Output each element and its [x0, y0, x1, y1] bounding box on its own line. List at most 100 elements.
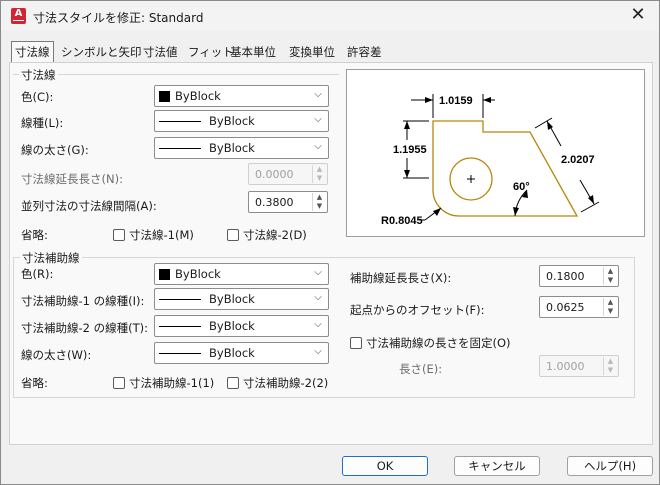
color-swatch — [159, 91, 170, 102]
preview-dim-top: 1.0159 — [439, 95, 473, 107]
autocad-app-icon: A — [11, 8, 26, 24]
ext-extend-label: 補助線延長長さ(X): — [350, 271, 452, 285]
color-swatch — [159, 269, 170, 280]
dim-color-value: ByBlock — [175, 89, 221, 103]
preview-dim-left: 1.1955 — [393, 144, 427, 156]
fixed-length-checkbox[interactable]: 寸法補助線の長さを固定(O) — [350, 335, 511, 351]
spin-up-icon[interactable]: ▲ — [604, 298, 617, 307]
spin-down-icon: ▼ — [607, 366, 614, 374]
ext-lineweight-value: ByBlock — [209, 346, 255, 360]
tab-dim-line[interactable]: 寸法線 — [11, 41, 54, 63]
linetype-sample — [159, 121, 201, 122]
spin-up-icon: ▲ — [316, 165, 323, 173]
tab-symbols-arrows[interactable]: シンボルと矢印 — [59, 42, 144, 62]
chevron-down-icon: ⌵ — [314, 114, 322, 125]
suppress-ext-line-1-checkbox[interactable]: 寸法補助線-1(1) — [113, 375, 214, 391]
dim-lineweight-label: 線の太さ(G): — [21, 143, 89, 157]
spin-up-icon[interactable]: ▲ — [313, 193, 326, 202]
ext-lineweight-label: 線の太さ(W): — [21, 348, 92, 362]
dim-color-select[interactable]: ByBlock ⌵ — [154, 85, 329, 107]
preview-drawing: 1.0159 1.1955 2.0207 60° R0.8045 — [381, 94, 600, 227]
ext-color-select[interactable]: ByBlock ⌵ — [154, 263, 329, 285]
ext-offset-spinner[interactable]: 0.0625 ▲ ▼ — [539, 296, 619, 318]
ext-extend-value: 0.1800 — [546, 270, 585, 283]
ext-length-label: 長さ(E): — [399, 362, 443, 376]
suppress-dim-line-1-label: 寸法線-1(M) — [129, 228, 194, 242]
fixed-length-label: 寸法補助線の長さを固定(O) — [366, 336, 511, 350]
ext2-linetype-select[interactable]: ByBlock ⌵ — [154, 315, 329, 337]
dim-linetype-label: 線種(L): — [21, 116, 64, 130]
ext-color-value: ByBlock — [175, 267, 221, 281]
help-button[interactable]: ヘルプ(H) — [567, 456, 653, 476]
spin-up-icon[interactable]: ▲ — [604, 267, 617, 276]
checkbox-box[interactable] — [227, 229, 239, 241]
suppress-dim-line-2-label: 寸法線-2(D) — [243, 228, 307, 242]
dim-lineweight-select[interactable]: ByBlock ⌵ — [154, 137, 329, 159]
ext-lineweight-select[interactable]: ByBlock ⌵ — [154, 342, 329, 364]
tab-text[interactable]: 寸法値 — [141, 42, 180, 62]
ext-suppress-label: 省略: — [21, 376, 48, 390]
ext-length-spinner: 1.0000 ▲ ▼ — [539, 355, 619, 377]
suppress-ext-line-2-checkbox[interactable]: 寸法補助線-2(2) — [227, 375, 328, 391]
dim-extension-value: 0.0000 — [255, 168, 294, 181]
tab-alternate-units[interactable]: 変換単位 — [287, 42, 337, 62]
baseline-spacing-label: 並列寸法の寸法線間隔(A): — [21, 199, 157, 213]
checkbox-box[interactable] — [113, 229, 125, 241]
ext-offset-value: 0.0625 — [546, 301, 585, 314]
chevron-down-icon: ⌵ — [314, 292, 322, 303]
dim-suppress-label: 省略: — [21, 228, 48, 242]
title-bar: A 寸法スタイルを修正: Standard ✕ — [1, 1, 659, 31]
suppress-ext-line-1-label: 寸法補助線-1(1) — [129, 376, 215, 390]
preview-angle: 60° — [513, 181, 530, 193]
ext1-linetype-select[interactable]: ByBlock ⌵ — [154, 288, 329, 310]
ext-line-group-label: 寸法補助線 — [20, 250, 82, 266]
checkbox-box[interactable] — [227, 377, 239, 389]
checkbox-box[interactable] — [113, 377, 125, 389]
ok-button[interactable]: OK — [342, 456, 428, 476]
close-icon[interactable]: ✕ — [625, 4, 651, 28]
spin-down-icon[interactable]: ▼ — [313, 202, 326, 211]
checkbox-box[interactable] — [350, 337, 362, 349]
suppress-dim-line-2-checkbox[interactable]: 寸法線-2(D) — [227, 227, 307, 243]
cancel-button[interactable]: キャンセル — [454, 456, 540, 476]
dim-extension-label: 寸法線延長長さ(N): — [21, 172, 123, 186]
dimension-style-dialog: A 寸法スタイルを修正: Standard ✕ 寸法線 シンボルと矢印 寸法値 … — [0, 0, 660, 485]
dim-color-label: 色(C): — [21, 90, 54, 104]
suppress-ext-line-2-label: 寸法補助線-2(2) — [243, 376, 329, 390]
window-title: 寸法スタイルを修正: Standard — [33, 11, 204, 25]
dim-extension-spinner: 0.0000 ▲ ▼ — [248, 163, 328, 185]
ext1-linetype-label: 寸法補助線-1 の線種(I): — [21, 294, 145, 308]
linetype-sample — [159, 326, 201, 327]
ext2-linetype-label: 寸法補助線-2 の線種(T): — [21, 321, 148, 335]
suppress-dim-line-1-checkbox[interactable]: 寸法線-1(M) — [113, 227, 194, 243]
ext-extend-spinner[interactable]: 0.1800 ▲ ▼ — [539, 265, 619, 287]
ext-color-label: 色(R): — [21, 267, 54, 281]
tab-primary-units[interactable]: 基本単位 — [228, 42, 278, 62]
dim-line-group-label: 寸法線 — [19, 67, 58, 83]
preview-radius: R0.8045 — [381, 215, 423, 227]
baseline-spacing-value: 0.3800 — [255, 196, 294, 209]
ext-length-value: 1.0000 — [546, 360, 585, 373]
lineweight-sample — [159, 353, 201, 354]
preview-pane: 1.0159 1.1955 2.0207 60° R0.8045 — [346, 69, 645, 237]
ext1-linetype-value: ByBlock — [209, 292, 255, 306]
spin-down-icon[interactable]: ▼ — [604, 307, 617, 316]
dim-linetype-value: ByBlock — [209, 114, 255, 128]
chevron-down-icon: ⌵ — [314, 141, 322, 152]
chevron-down-icon: ⌵ — [314, 267, 322, 278]
ext2-linetype-value: ByBlock — [209, 319, 255, 333]
spin-down-icon[interactable]: ▼ — [604, 276, 617, 285]
dim-linetype-select[interactable]: ByBlock ⌵ — [154, 110, 329, 132]
ext-offset-label: 起点からのオフセット(F): — [350, 303, 485, 317]
spin-up-icon: ▲ — [607, 357, 614, 365]
tab-tolerances[interactable]: 許容差 — [345, 42, 384, 62]
dim-lineweight-value: ByBlock — [209, 141, 255, 155]
spin-down-icon: ▼ — [316, 174, 323, 182]
linetype-sample — [159, 299, 201, 300]
chevron-down-icon: ⌵ — [314, 319, 322, 330]
lineweight-sample — [159, 148, 201, 149]
preview-dim-right: 2.0207 — [561, 154, 595, 166]
baseline-spacing-spinner[interactable]: 0.3800 ▲ ▼ — [248, 191, 328, 213]
chevron-down-icon: ⌵ — [314, 346, 322, 357]
chevron-down-icon: ⌵ — [314, 89, 322, 100]
